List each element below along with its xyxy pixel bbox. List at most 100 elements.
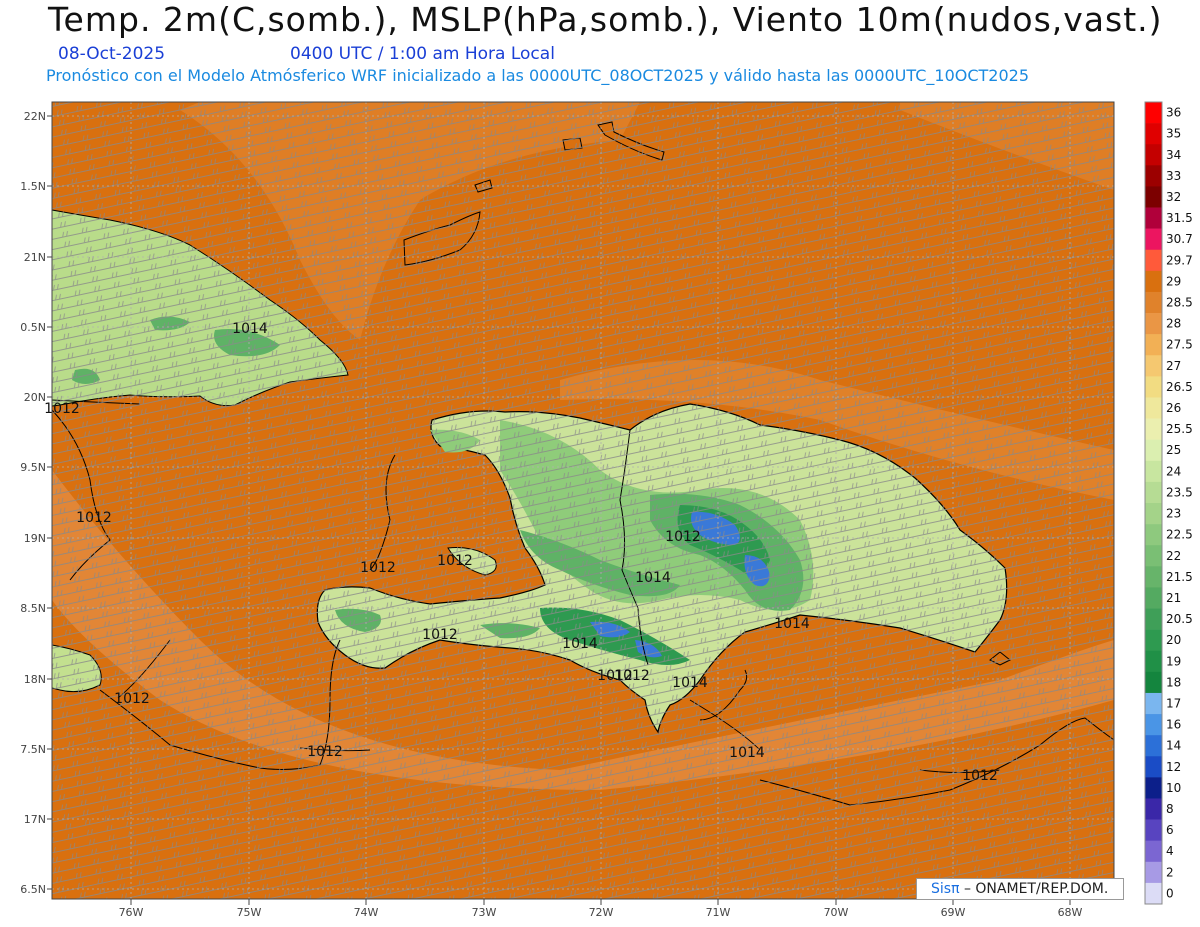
lon-tick-label: 74W [354,906,379,919]
isobar-label: 1014 [729,745,765,761]
colorbar-swatch [1145,460,1162,483]
colorbar-swatch [1145,629,1162,652]
colorbar-swatch [1145,524,1162,546]
colorbar-swatch [1145,650,1162,673]
colorbar-swatch [1145,481,1162,504]
lat-tick-label: 18N [24,673,46,686]
colorbar-swatch [1145,207,1162,229]
colorbar-swatch [1145,439,1162,462]
lat-tick-label: 21N [24,251,46,264]
isobar-label: 1012 [76,510,112,526]
lon-tick-label: 68W [1058,906,1083,919]
lon-tick-label: 71W [706,906,731,919]
colorbar-swatch [1145,840,1162,863]
isobar-label: 1014 [562,636,598,652]
brand-prefix: Sis [931,881,952,897]
colorbar-swatch [1145,608,1162,630]
colorbar-swatch [1145,692,1162,715]
colorbar-label: 25 [1166,443,1181,457]
isobar-label: 1012 [307,744,343,760]
lon-tick-label: 73W [472,906,497,919]
lat-tick-label: 22N [24,110,46,123]
colorbar-label: 27.5 [1166,338,1193,352]
colorbar-label: 30.7 [1166,232,1193,246]
isobar-label: 1014 [635,570,671,586]
colorbar-label: 33 [1166,169,1181,183]
colorbar-label: 35 [1166,127,1181,141]
colorbar-label: 31.5 [1166,211,1193,225]
colorbar-swatch [1145,714,1162,736]
colorbar-label: 26.5 [1166,380,1193,394]
colorbar-swatch [1145,355,1162,377]
colorbar-label: 28.5 [1166,296,1193,310]
colorbar-swatch [1145,123,1162,145]
colorbar-label: 6 [1166,823,1174,837]
colorbar-label: 17 [1166,697,1181,711]
colorbar-label: 12 [1166,760,1181,774]
colorbar-swatch [1145,587,1162,609]
colorbar-label: 27 [1166,359,1181,373]
colorbar-label: 23 [1166,507,1181,521]
lat-tick-label: 17N [24,813,46,826]
colorbar-label: 36 [1166,106,1181,120]
colorbar-label: 14 [1166,739,1181,753]
weather-map: 1014101210121012 101210121012101210121014… [20,101,1193,919]
isobar-label: 1012 [114,691,150,707]
forecast-time: 0400 UTC / 1:00 am Hora Local [290,44,555,64]
lon-tick-label: 69W [941,906,966,919]
lon-tick-label: 70W [824,906,849,919]
isobar-label: 1012 [360,560,396,576]
colorbar-swatch [1145,228,1162,251]
lat-tick-label: 19N [24,532,46,545]
colorbar-label: 28 [1166,317,1181,331]
longitude-axis: 76W 75W 74W 73W 72W 71W 70W 69W 68W [119,899,1083,919]
isobar-label: 1012 [597,668,633,684]
colorbar-label: 19 [1166,654,1181,668]
colorbar-label: 26 [1166,401,1181,415]
colorbar-label: 24 [1166,464,1181,478]
colorbar-swatch [1145,756,1162,778]
credit-box: Sisπ – ONAMET/REP.DOM. [916,878,1124,900]
lat-tick-label: 8.5N [20,602,46,615]
brand-pi: π [951,881,960,897]
lon-tick-label: 76W [119,906,144,919]
wind-barbs [52,102,1114,899]
colorbar-swatch [1145,545,1162,567]
colorbar-label: 10 [1166,781,1181,795]
lat-tick-label: 1.5N [20,180,46,193]
isobar-label: 1012 [665,529,701,545]
colorbar-swatch [1145,291,1162,314]
colorbar-swatch [1145,186,1162,208]
isobar-label: 1014 [672,675,708,691]
colorbar-label: 20 [1166,633,1181,647]
colorbar-label: 22 [1166,549,1181,563]
colorbar-label: 34 [1166,148,1181,162]
lat-tick-label: 6.5N [20,883,46,896]
colorbar-label: 20.5 [1166,612,1193,626]
colorbar-swatch [1145,735,1162,757]
colorbar-swatch [1145,503,1162,525]
colorbar-swatch [1145,144,1162,166]
colorbar-swatch [1145,313,1162,335]
isobar-label: 1012 [962,768,998,784]
colorbar-swatch [1145,882,1162,905]
colorbar-label: 29.7 [1166,253,1193,267]
colorbar-swatch [1145,819,1162,841]
forecast-date: 08-Oct-2025 [58,44,166,64]
lat-tick-label: 9.5N [20,461,46,474]
colorbar-swatch [1145,334,1162,356]
temperature-colorbar: 363534333231.530.729.72928.52827.52726.5… [1144,101,1193,905]
colorbar-label: 22.5 [1166,528,1193,542]
colorbar-swatch [1145,397,1162,419]
colorbar-label: 21.5 [1166,570,1193,584]
colorbar-swatch [1145,270,1162,293]
lat-tick-label: 7.5N [20,743,46,756]
colorbar-swatch [1145,861,1162,884]
colorbar-label: 4 [1166,844,1174,858]
colorbar-swatch [1145,777,1162,799]
isobar-label: 1014 [774,616,810,632]
isobar-label: 1014 [232,321,268,337]
colorbar-label: 29 [1166,274,1181,288]
colorbar-label: 25.5 [1166,422,1193,436]
lat-tick-label: 0.5N [20,321,46,334]
